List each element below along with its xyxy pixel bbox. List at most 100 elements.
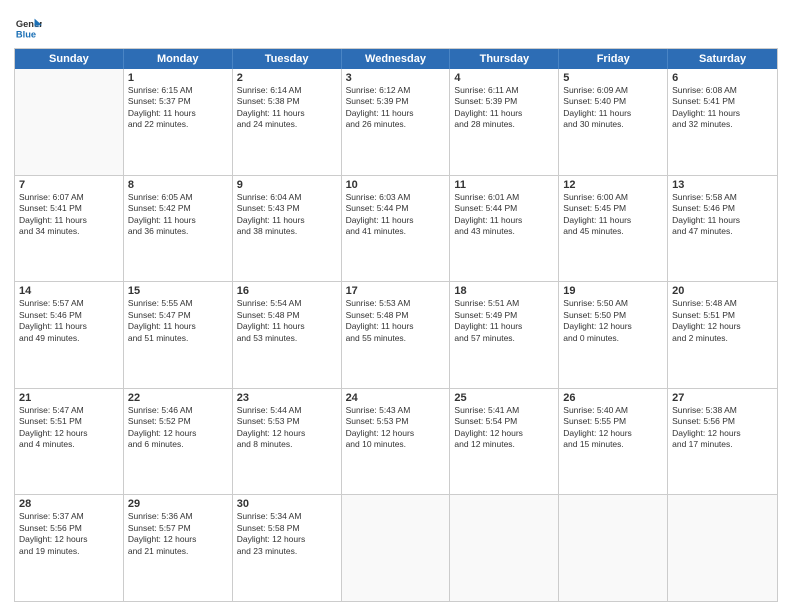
day-number: 22 xyxy=(128,392,228,404)
logo: General Blue xyxy=(14,14,44,42)
day-info: Sunrise: 6:00 AM Sunset: 5:45 PM Dayligh… xyxy=(563,192,663,238)
cal-cell: 9Sunrise: 6:04 AM Sunset: 5:43 PM Daylig… xyxy=(233,176,342,282)
day-info: Sunrise: 5:38 AM Sunset: 5:56 PM Dayligh… xyxy=(672,405,773,451)
logo-icon: General Blue xyxy=(14,14,42,42)
day-number: 23 xyxy=(237,392,337,404)
day-number: 15 xyxy=(128,285,228,297)
calendar: SundayMondayTuesdayWednesdayThursdayFrid… xyxy=(14,48,778,602)
cal-cell: 6Sunrise: 6:08 AM Sunset: 5:41 PM Daylig… xyxy=(668,69,777,175)
cal-cell: 30Sunrise: 5:34 AM Sunset: 5:58 PM Dayli… xyxy=(233,495,342,601)
day-info: Sunrise: 5:36 AM Sunset: 5:57 PM Dayligh… xyxy=(128,511,228,557)
day-info: Sunrise: 6:14 AM Sunset: 5:38 PM Dayligh… xyxy=(237,85,337,131)
cal-cell: 3Sunrise: 6:12 AM Sunset: 5:39 PM Daylig… xyxy=(342,69,451,175)
cal-cell xyxy=(450,495,559,601)
cal-cell: 2Sunrise: 6:14 AM Sunset: 5:38 PM Daylig… xyxy=(233,69,342,175)
day-number: 16 xyxy=(237,285,337,297)
day-number: 2 xyxy=(237,72,337,84)
day-info: Sunrise: 6:09 AM Sunset: 5:40 PM Dayligh… xyxy=(563,85,663,131)
day-info: Sunrise: 5:51 AM Sunset: 5:49 PM Dayligh… xyxy=(454,298,554,344)
cal-cell: 18Sunrise: 5:51 AM Sunset: 5:49 PM Dayli… xyxy=(450,282,559,388)
day-info: Sunrise: 6:07 AM Sunset: 5:41 PM Dayligh… xyxy=(19,192,119,238)
day-info: Sunrise: 5:58 AM Sunset: 5:46 PM Dayligh… xyxy=(672,192,773,238)
cal-cell xyxy=(342,495,451,601)
cal-cell: 14Sunrise: 5:57 AM Sunset: 5:46 PM Dayli… xyxy=(15,282,124,388)
cal-cell: 25Sunrise: 5:41 AM Sunset: 5:54 PM Dayli… xyxy=(450,389,559,495)
day-number: 11 xyxy=(454,179,554,191)
day-number: 4 xyxy=(454,72,554,84)
day-info: Sunrise: 5:43 AM Sunset: 5:53 PM Dayligh… xyxy=(346,405,446,451)
day-info: Sunrise: 6:04 AM Sunset: 5:43 PM Dayligh… xyxy=(237,192,337,238)
cal-cell: 7Sunrise: 6:07 AM Sunset: 5:41 PM Daylig… xyxy=(15,176,124,282)
calendar-header: SundayMondayTuesdayWednesdayThursdayFrid… xyxy=(15,49,777,69)
cal-cell xyxy=(668,495,777,601)
header-day-thursday: Thursday xyxy=(450,49,559,69)
day-number: 24 xyxy=(346,392,446,404)
day-number: 1 xyxy=(128,72,228,84)
header-day-tuesday: Tuesday xyxy=(233,49,342,69)
day-info: Sunrise: 5:48 AM Sunset: 5:51 PM Dayligh… xyxy=(672,298,773,344)
header-day-friday: Friday xyxy=(559,49,668,69)
day-number: 3 xyxy=(346,72,446,84)
day-number: 14 xyxy=(19,285,119,297)
day-number: 25 xyxy=(454,392,554,404)
day-info: Sunrise: 5:44 AM Sunset: 5:53 PM Dayligh… xyxy=(237,405,337,451)
day-number: 6 xyxy=(672,72,773,84)
day-number: 26 xyxy=(563,392,663,404)
cal-cell: 11Sunrise: 6:01 AM Sunset: 5:44 PM Dayli… xyxy=(450,176,559,282)
cal-cell: 26Sunrise: 5:40 AM Sunset: 5:55 PM Dayli… xyxy=(559,389,668,495)
day-info: Sunrise: 5:40 AM Sunset: 5:55 PM Dayligh… xyxy=(563,405,663,451)
header-day-sunday: Sunday xyxy=(15,49,124,69)
day-info: Sunrise: 6:03 AM Sunset: 5:44 PM Dayligh… xyxy=(346,192,446,238)
day-info: Sunrise: 5:46 AM Sunset: 5:52 PM Dayligh… xyxy=(128,405,228,451)
calendar-body: 1Sunrise: 6:15 AM Sunset: 5:37 PM Daylig… xyxy=(15,69,777,601)
cal-cell: 16Sunrise: 5:54 AM Sunset: 5:48 PM Dayli… xyxy=(233,282,342,388)
cal-cell: 10Sunrise: 6:03 AM Sunset: 5:44 PM Dayli… xyxy=(342,176,451,282)
day-info: Sunrise: 5:55 AM Sunset: 5:47 PM Dayligh… xyxy=(128,298,228,344)
page: General Blue SundayMondayTuesdayWednesda… xyxy=(0,0,792,612)
cal-cell: 27Sunrise: 5:38 AM Sunset: 5:56 PM Dayli… xyxy=(668,389,777,495)
day-info: Sunrise: 5:47 AM Sunset: 5:51 PM Dayligh… xyxy=(19,405,119,451)
day-info: Sunrise: 6:05 AM Sunset: 5:42 PM Dayligh… xyxy=(128,192,228,238)
cal-cell: 19Sunrise: 5:50 AM Sunset: 5:50 PM Dayli… xyxy=(559,282,668,388)
day-number: 27 xyxy=(672,392,773,404)
cal-cell: 12Sunrise: 6:00 AM Sunset: 5:45 PM Dayli… xyxy=(559,176,668,282)
week-row-4: 21Sunrise: 5:47 AM Sunset: 5:51 PM Dayli… xyxy=(15,389,777,496)
header-day-wednesday: Wednesday xyxy=(342,49,451,69)
day-info: Sunrise: 5:37 AM Sunset: 5:56 PM Dayligh… xyxy=(19,511,119,557)
day-number: 29 xyxy=(128,498,228,510)
day-info: Sunrise: 5:41 AM Sunset: 5:54 PM Dayligh… xyxy=(454,405,554,451)
cal-cell xyxy=(15,69,124,175)
day-number: 18 xyxy=(454,285,554,297)
day-info: Sunrise: 6:15 AM Sunset: 5:37 PM Dayligh… xyxy=(128,85,228,131)
day-number: 5 xyxy=(563,72,663,84)
day-number: 10 xyxy=(346,179,446,191)
cal-cell: 8Sunrise: 6:05 AM Sunset: 5:42 PM Daylig… xyxy=(124,176,233,282)
day-number: 28 xyxy=(19,498,119,510)
day-number: 20 xyxy=(672,285,773,297)
cal-cell: 28Sunrise: 5:37 AM Sunset: 5:56 PM Dayli… xyxy=(15,495,124,601)
day-info: Sunrise: 5:53 AM Sunset: 5:48 PM Dayligh… xyxy=(346,298,446,344)
week-row-2: 7Sunrise: 6:07 AM Sunset: 5:41 PM Daylig… xyxy=(15,176,777,283)
cal-cell: 29Sunrise: 5:36 AM Sunset: 5:57 PM Dayli… xyxy=(124,495,233,601)
cal-cell xyxy=(559,495,668,601)
cal-cell: 1Sunrise: 6:15 AM Sunset: 5:37 PM Daylig… xyxy=(124,69,233,175)
day-info: Sunrise: 6:12 AM Sunset: 5:39 PM Dayligh… xyxy=(346,85,446,131)
cal-cell: 23Sunrise: 5:44 AM Sunset: 5:53 PM Dayli… xyxy=(233,389,342,495)
week-row-5: 28Sunrise: 5:37 AM Sunset: 5:56 PM Dayli… xyxy=(15,495,777,601)
day-number: 21 xyxy=(19,392,119,404)
day-info: Sunrise: 5:54 AM Sunset: 5:48 PM Dayligh… xyxy=(237,298,337,344)
day-info: Sunrise: 6:01 AM Sunset: 5:44 PM Dayligh… xyxy=(454,192,554,238)
week-row-1: 1Sunrise: 6:15 AM Sunset: 5:37 PM Daylig… xyxy=(15,69,777,176)
day-info: Sunrise: 6:08 AM Sunset: 5:41 PM Dayligh… xyxy=(672,85,773,131)
cal-cell: 15Sunrise: 5:55 AM Sunset: 5:47 PM Dayli… xyxy=(124,282,233,388)
cal-cell: 22Sunrise: 5:46 AM Sunset: 5:52 PM Dayli… xyxy=(124,389,233,495)
day-number: 12 xyxy=(563,179,663,191)
day-number: 19 xyxy=(563,285,663,297)
day-info: Sunrise: 5:57 AM Sunset: 5:46 PM Dayligh… xyxy=(19,298,119,344)
week-row-3: 14Sunrise: 5:57 AM Sunset: 5:46 PM Dayli… xyxy=(15,282,777,389)
cal-cell: 21Sunrise: 5:47 AM Sunset: 5:51 PM Dayli… xyxy=(15,389,124,495)
day-info: Sunrise: 6:11 AM Sunset: 5:39 PM Dayligh… xyxy=(454,85,554,131)
cal-cell: 5Sunrise: 6:09 AM Sunset: 5:40 PM Daylig… xyxy=(559,69,668,175)
cal-cell: 20Sunrise: 5:48 AM Sunset: 5:51 PM Dayli… xyxy=(668,282,777,388)
day-number: 7 xyxy=(19,179,119,191)
